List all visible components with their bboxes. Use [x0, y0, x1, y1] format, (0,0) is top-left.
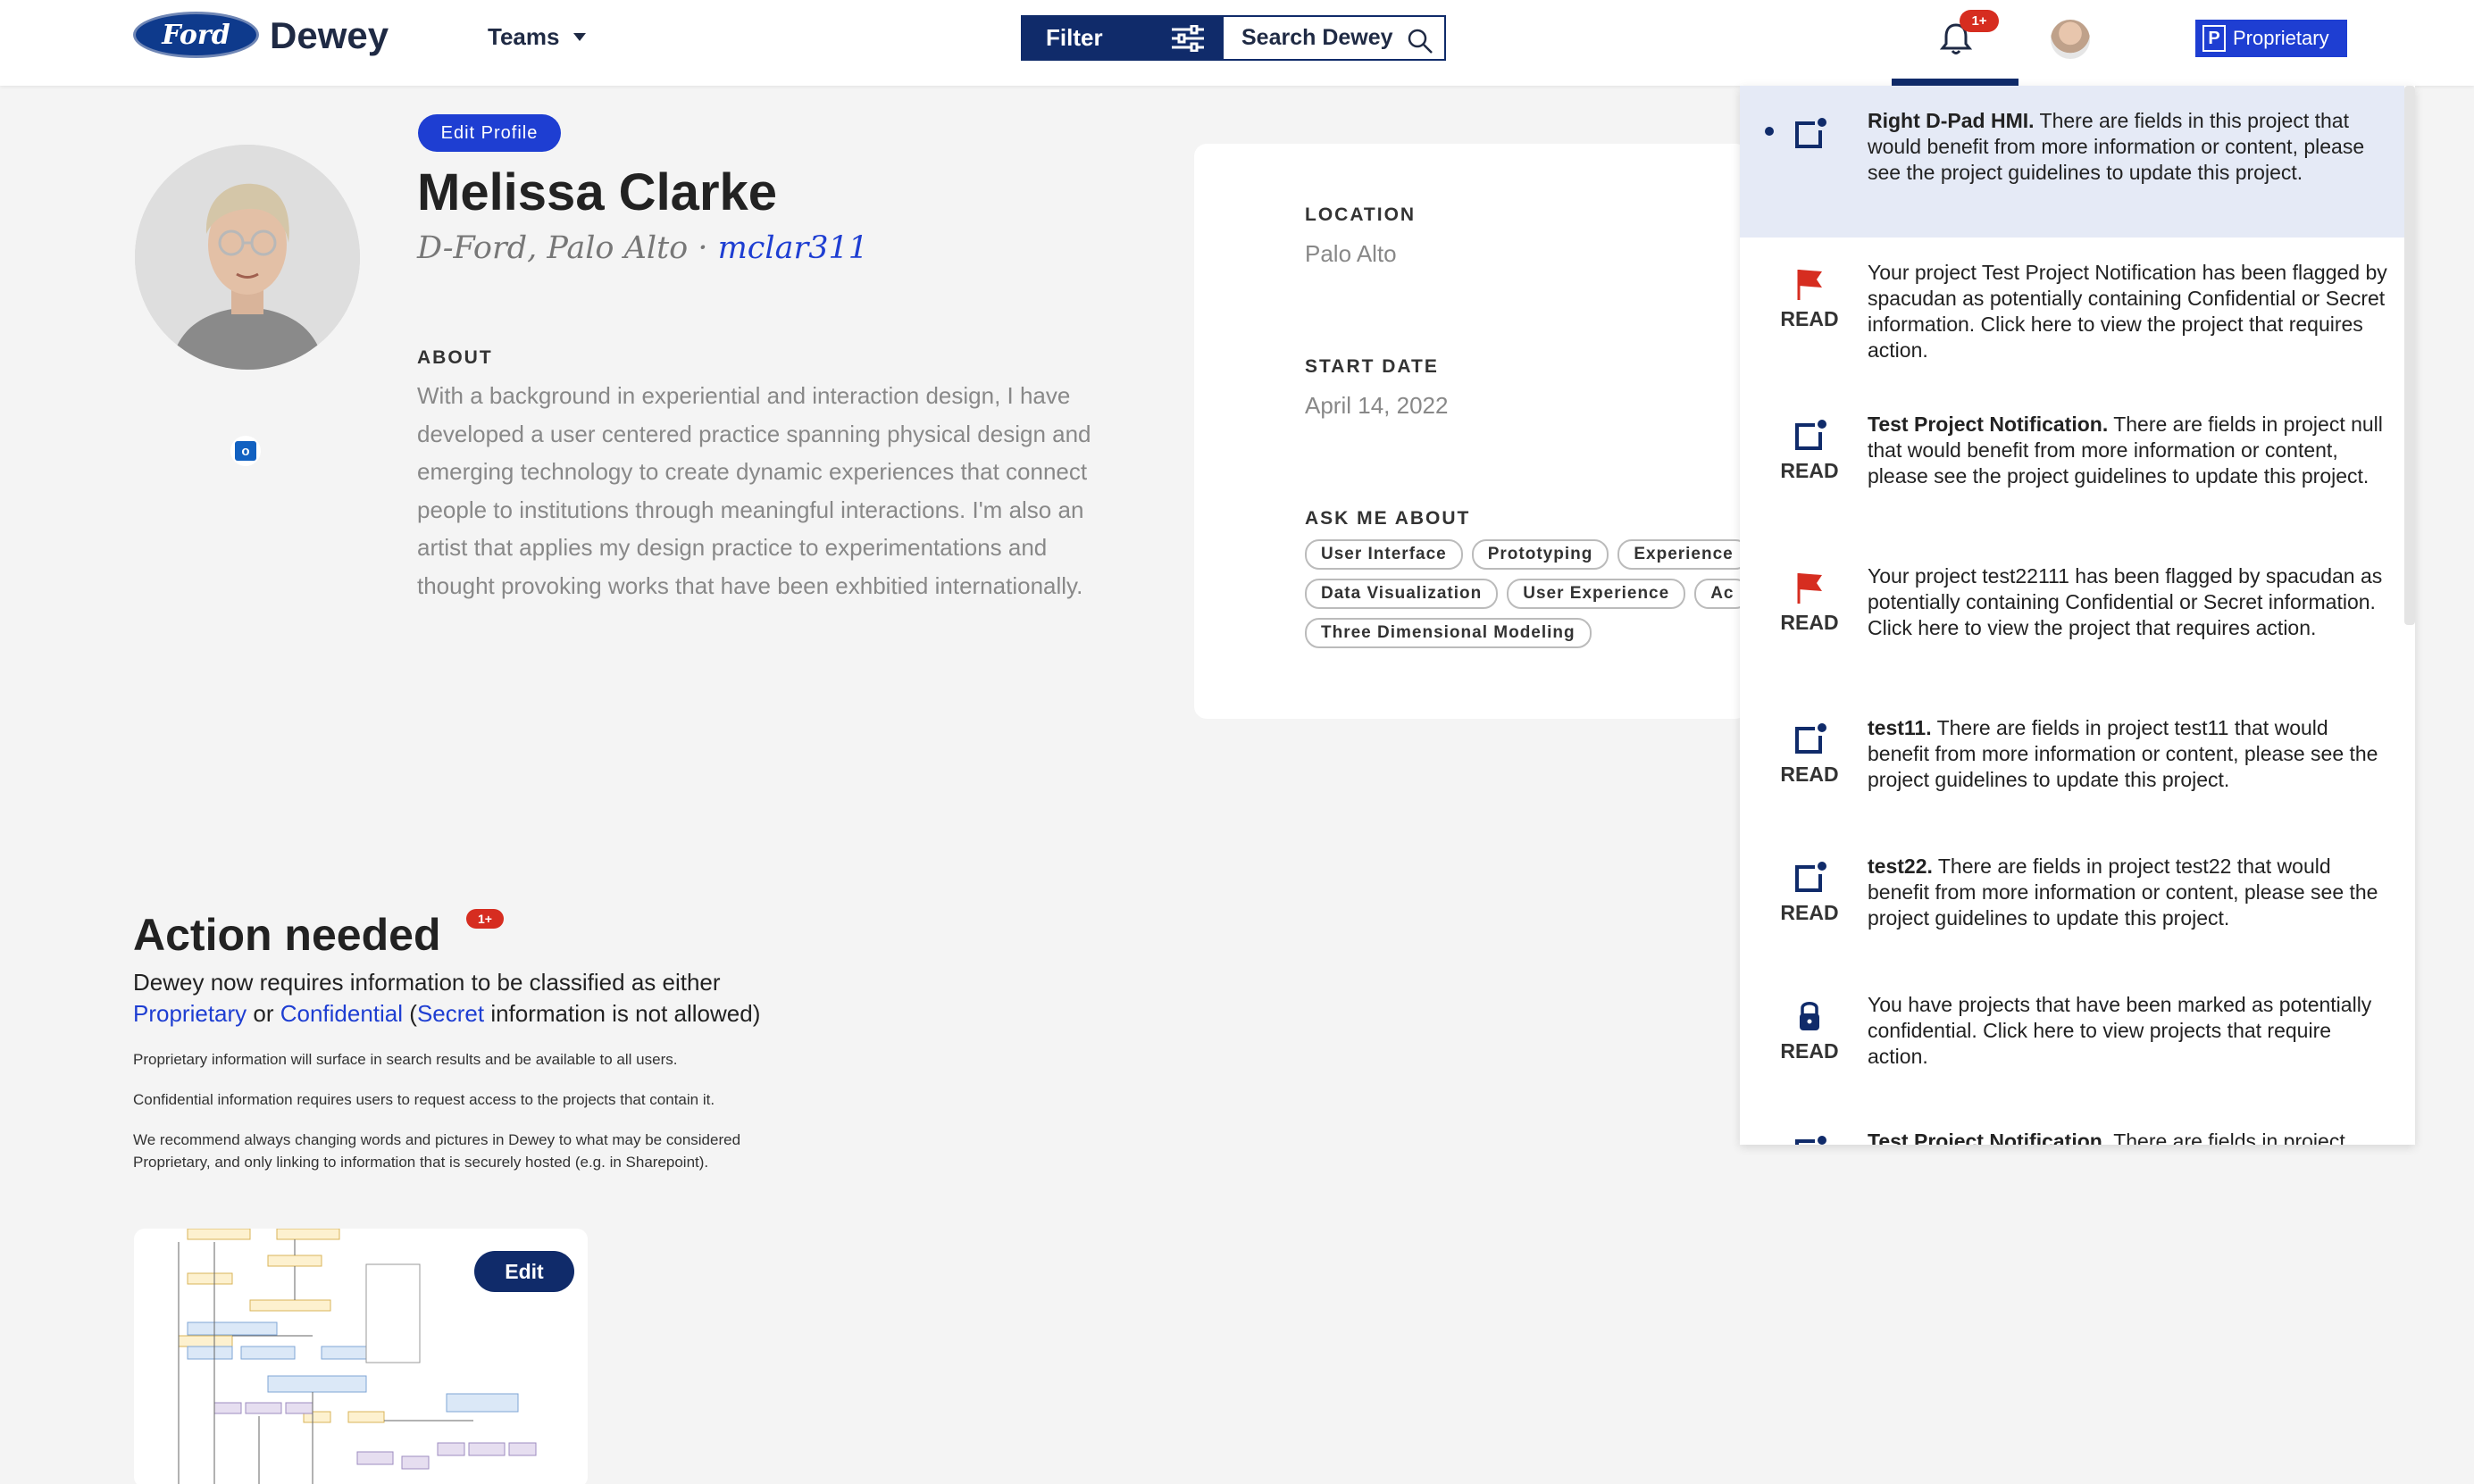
topic-chip[interactable]: User Interface — [1305, 539, 1463, 570]
notification-item[interactable]: Right D-Pad HMI. There are fields in thi… — [1740, 86, 2404, 238]
notification-item[interactable]: READ test11. There are fields in project… — [1740, 693, 2404, 845]
notification-text: test11. There are fields in project test… — [1868, 716, 2378, 791]
or-text: or — [247, 1000, 280, 1027]
flag-icon — [1797, 270, 1822, 300]
edit-profile-button[interactable]: Edit Profile — [418, 114, 561, 152]
location-value: Palo Alto — [1305, 240, 1397, 267]
location-label: LOCATION — [1305, 204, 1417, 225]
active-tab-indicator — [1892, 79, 2018, 86]
classification-button[interactable]: P Proprietary — [2195, 20, 2347, 57]
notification-text: Right D-Pad HMI. There are fields in thi… — [1868, 109, 2365, 184]
user-avatar[interactable] — [2051, 20, 2090, 59]
topic-chip[interactable]: Prototyping — [1471, 539, 1609, 570]
notification-item[interactable]: READ Your project Test Project Notificat… — [1740, 238, 2404, 389]
notifications-tab[interactable]: 1+ — [1892, 0, 2018, 86]
read-label: READ — [1780, 1039, 1839, 1063]
notification-text: Test Project Notification. There are fie… — [1868, 1130, 2345, 1145]
classification-requirement-text: Dewey now requires information to be cla… — [133, 969, 721, 996]
secret-link[interactable]: Secret — [417, 1000, 484, 1027]
flag-icon — [1797, 573, 1822, 604]
classification-label: Proprietary — [2233, 27, 2329, 49]
profile-org-location: D-Ford, Palo Alto · — [417, 230, 708, 266]
not-allowed-text: information is not allowed) — [484, 1000, 761, 1027]
start-date-value: April 14, 2022 — [1305, 392, 1449, 419]
notification-count-badge: 1+ — [1960, 10, 1999, 32]
confidential-link[interactable]: Confidential — [280, 1000, 403, 1027]
project-card[interactable]: Edit — [134, 1229, 588, 1484]
filter-label: Filter — [1046, 24, 1103, 51]
about-heading: ABOUT — [417, 347, 493, 368]
recommendation-note: We recommend always changing words and p… — [133, 1131, 741, 1171]
start-date-label: START DATE — [1305, 356, 1439, 377]
teams-label: Teams — [488, 23, 560, 50]
profile-username-link[interactable]: mclar311 — [718, 230, 868, 266]
chip-row: Three Dimensional Modeling — [1305, 618, 1769, 648]
notification-text: Your project test22111 has been flagged … — [1868, 564, 2383, 639]
topic-chip[interactable]: User Experience — [1507, 579, 1686, 609]
notification-item[interactable]: READ test22. There are fields in project… — [1740, 831, 2404, 983]
teams-menu[interactable]: Teams — [488, 23, 587, 51]
search-placeholder: Search Dewey — [1241, 25, 1393, 50]
search-input[interactable]: Search Dewey — [1222, 15, 1446, 61]
classification-options-line: Proprietary or Confidential (Secret info… — [133, 1000, 760, 1028]
unread-dot — [1765, 127, 1774, 136]
read-label: READ — [1780, 307, 1839, 330]
confidential-note: Confidential information requires users … — [133, 1091, 715, 1108]
read-label: READ — [1780, 763, 1839, 786]
notification-item[interactable]: Test Project Notification. There are fie… — [1740, 1105, 2404, 1145]
notification-item[interactable]: READ You have projects that have been ma… — [1740, 970, 2404, 1121]
profile-info-card: LOCATION Palo Alto START DATE April 14, … — [1194, 144, 1751, 719]
sliders-icon — [1172, 25, 1204, 52]
profile-photo — [135, 145, 360, 370]
topic-chip[interactable]: Experience — [1617, 539, 1750, 570]
notification-item[interactable]: READ Your project test22111 has been fla… — [1740, 541, 2404, 693]
action-needed-heading: Action needed — [133, 910, 441, 960]
edit-project-button[interactable]: Edit — [474, 1251, 574, 1292]
outlook-icon[interactable]: o — [230, 436, 261, 466]
notification-text: Test Project Notification. There are fie… — [1868, 413, 2383, 488]
ford-logo-text: Ford — [162, 19, 230, 51]
profile-name: Melissa Clarke — [417, 163, 778, 221]
notification-text: Your project Test Project Notification h… — [1868, 261, 2387, 362]
about-text: With a background in experiential and in… — [417, 382, 1091, 599]
search-icon[interactable] — [1407, 28, 1433, 54]
action-count-badge: 1+ — [466, 909, 504, 929]
topic-chips: User Interface Prototyping Experience Da… — [1305, 539, 1769, 657]
notification-text: test22. There are fields in project test… — [1868, 855, 2378, 930]
top-header: Ford Dewey Teams Filter Search Dewey 1+ — [0, 0, 2474, 86]
paren-open: ( — [403, 1000, 417, 1027]
notification-item[interactable]: READ Test Project Notification. There ar… — [1740, 389, 2404, 541]
project-icon — [1795, 723, 1826, 754]
classification-letter: P — [2202, 25, 2226, 52]
topic-chip[interactable]: Data Visualization — [1305, 579, 1499, 609]
read-label: READ — [1780, 901, 1839, 924]
profile-subtitle: D-Ford, Palo Alto · mclar311 — [417, 230, 868, 266]
ask-me-about-label: ASK ME ABOUT — [1305, 508, 1471, 529]
lock-icon — [1800, 1002, 1819, 1030]
notification-text: You have projects that have been marked … — [1868, 993, 2372, 1068]
notifications-scrollbar[interactable] — [2404, 86, 2415, 625]
proprietary-link[interactable]: Proprietary — [133, 1000, 247, 1027]
chip-row: Data Visualization User Experience Ac — [1305, 579, 1769, 609]
project-icon — [1795, 1136, 1826, 1145]
notifications-dropdown: Right D-Pad HMI. There are fields in thi… — [1740, 86, 2415, 1145]
app-brand[interactable]: Dewey — [270, 14, 389, 57]
project-icon — [1795, 862, 1826, 892]
project-icon — [1795, 118, 1826, 148]
chevron-down-icon — [573, 33, 587, 41]
ford-logo[interactable]: Ford — [133, 12, 259, 58]
read-label: READ — [1780, 459, 1839, 482]
portrait-image — [135, 145, 360, 370]
chip-row: User Interface Prototyping Experience — [1305, 539, 1769, 570]
project-icon — [1795, 420, 1826, 450]
read-label: READ — [1780, 611, 1839, 634]
filter-button[interactable]: Filter — [1021, 15, 1222, 61]
topic-chip[interactable]: Three Dimensional Modeling — [1305, 618, 1592, 648]
proprietary-note: Proprietary information will surface in … — [133, 1051, 678, 1068]
